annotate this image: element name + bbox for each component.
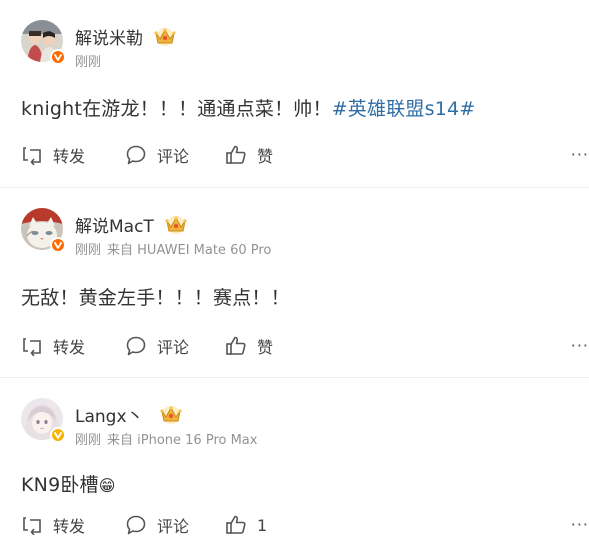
post-time[interactable]: 刚刚 — [75, 433, 101, 448]
author-name[interactable]: 解说米勒 — [75, 24, 143, 49]
topic-link[interactable]: #英雄联盟s14# — [332, 98, 476, 120]
post-text: knight在游龙！！！通通点菜！帅！ — [21, 98, 332, 120]
avatar[interactable] — [21, 20, 66, 65]
repost-button[interactable]: 转发 — [21, 512, 85, 538]
post-meta: 刚刚 — [75, 51, 101, 70]
thumbs-up-icon — [226, 515, 246, 534]
post-source: 来自 HUAWEI Mate 60 Pro — [107, 243, 272, 258]
verified-badge-icon — [50, 49, 66, 65]
comment-icon — [126, 145, 146, 165]
like-button[interactable]: 赞 — [225, 333, 273, 359]
post-time[interactable]: 刚刚 — [75, 243, 101, 258]
more-dots-icon: ··· — [570, 515, 589, 534]
more-dots-icon: ··· — [570, 145, 589, 164]
repost-label: 转发 — [53, 517, 86, 536]
verified-badge-icon — [50, 237, 66, 253]
post-card: 解说米勒 刚刚 knight在游龙！！！通通点菜！帅！#英雄联盟s14# 转发 … — [0, 0, 589, 187]
post-source: 来自 iPhone 16 Pro Max — [107, 433, 258, 448]
author-name[interactable]: Langx丶 — [75, 402, 144, 427]
post-meta: 刚刚 来自 iPhone 16 Pro Max — [75, 429, 257, 448]
action-bar: 转发 评论 赞 ··· — [21, 333, 589, 359]
like-button[interactable]: 1 — [225, 512, 267, 538]
more-button[interactable]: ··· — [571, 512, 589, 538]
post-content: 无敌！黄金左手！！！赛点！！ — [21, 283, 290, 310]
more-button[interactable]: ··· — [571, 142, 589, 168]
repost-icon — [23, 338, 41, 356]
post-text: KN9卧槽 — [21, 474, 99, 496]
post-text: 无敌！黄金左手！！！赛点！！ — [21, 287, 290, 309]
repost-label: 转发 — [53, 147, 86, 166]
crown-icon — [163, 213, 189, 235]
post-content: KN9卧槽😁 — [21, 470, 116, 497]
post-meta: 刚刚 来自 HUAWEI Mate 60 Pro — [75, 239, 271, 258]
crown-icon — [152, 25, 178, 47]
comment-label: 评论 — [157, 338, 190, 357]
like-label: 赞 — [257, 147, 274, 166]
repost-button[interactable]: 转发 — [21, 333, 85, 359]
repost-icon — [23, 147, 41, 165]
avatar[interactable] — [21, 398, 66, 443]
comment-icon — [126, 336, 146, 356]
comment-button[interactable]: 评论 — [125, 333, 189, 359]
like-label: 赞 — [257, 338, 274, 357]
repost-button[interactable]: 转发 — [21, 142, 85, 168]
repost-label: 转发 — [53, 338, 86, 357]
more-dots-icon: ··· — [570, 336, 589, 355]
more-button[interactable]: ··· — [571, 333, 589, 359]
comment-label: 评论 — [157, 147, 190, 166]
post-card: Langx丶 刚刚 来自 iPhone 16 Pro Max KN9卧槽😁 转发… — [0, 378, 589, 550]
post-card: 解说MacT 刚刚 来自 HUAWEI Mate 60 Pro 无敌！黄金左手！！… — [0, 188, 589, 377]
avatar[interactable] — [21, 208, 66, 253]
grin-emoji-icon: 😁 — [98, 476, 116, 495]
weibo-feed: 解说米勒 刚刚 knight在游龙！！！通通点菜！帅！#英雄联盟s14# 转发 … — [0, 0, 589, 550]
comment-label: 评论 — [157, 517, 190, 536]
verified-badge-icon — [50, 427, 66, 443]
like-button[interactable]: 赞 — [225, 142, 273, 168]
repost-icon — [23, 517, 41, 535]
crown-icon — [158, 403, 184, 425]
comment-button[interactable]: 评论 — [125, 512, 189, 538]
like-count: 1 — [257, 515, 268, 535]
post-content: knight在游龙！！！通通点菜！帅！#英雄联盟s14# — [21, 94, 475, 121]
post-time[interactable]: 刚刚 — [75, 55, 101, 70]
action-bar: 转发 评论 赞 ··· — [21, 142, 589, 168]
comment-button[interactable]: 评论 — [125, 142, 189, 168]
author-name[interactable]: 解说MacT — [75, 212, 154, 237]
comment-icon — [126, 515, 146, 535]
action-bar: 转发 评论 1 ··· — [21, 512, 589, 538]
thumbs-up-icon — [226, 145, 246, 164]
thumbs-up-icon — [226, 336, 246, 355]
